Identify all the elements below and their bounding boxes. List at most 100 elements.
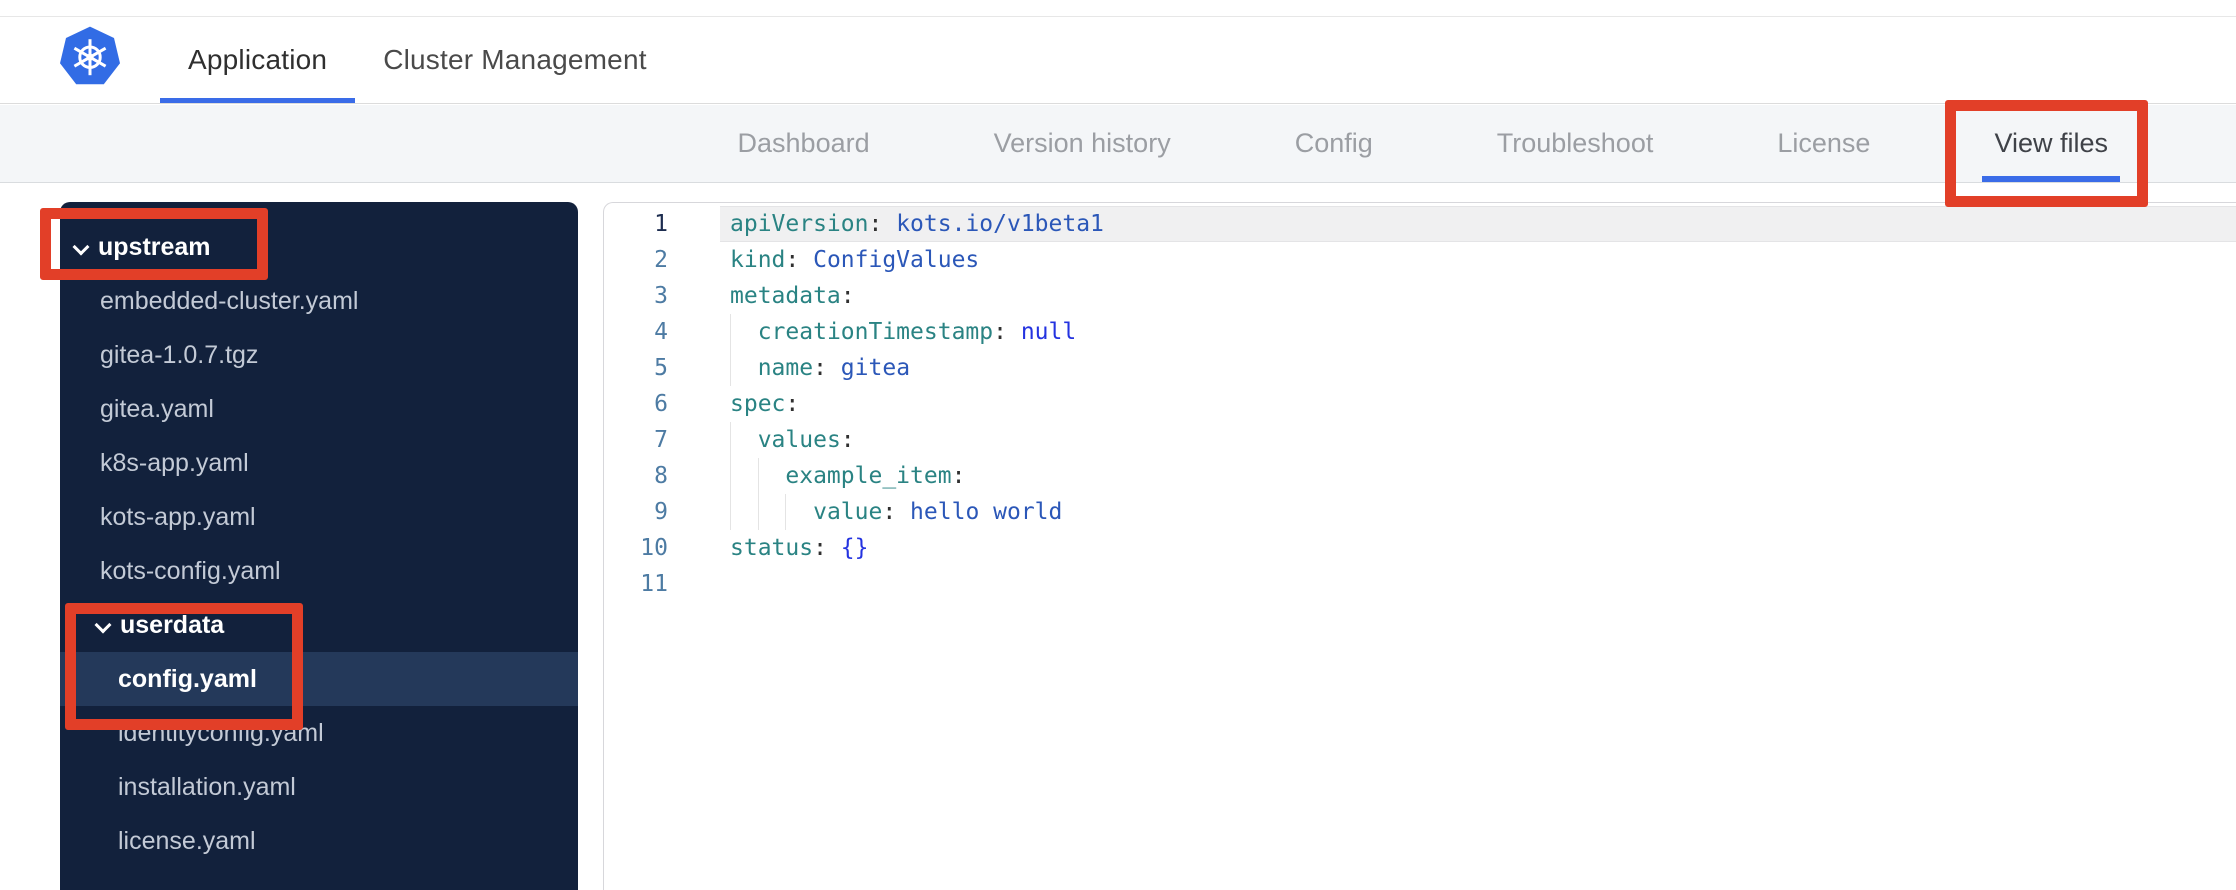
file-row-kots-config-yaml[interactable]: kots-config.yaml <box>60 544 578 598</box>
file-label: kots-app.yaml <box>100 502 256 531</box>
line-number: 9 <box>654 499 668 525</box>
file-row-kots-app-yaml[interactable]: kots-app.yaml <box>60 490 578 544</box>
nav-tab-label: License <box>1777 128 1871 158</box>
file-label: kots-config.yaml <box>100 556 281 585</box>
nav-tab-config[interactable]: Config <box>1295 105 1373 182</box>
line-number: 11 <box>640 571 668 597</box>
code-token: : <box>993 319 1007 345</box>
nav-tab-label: Config <box>1294 128 1373 158</box>
header-tab-cluster-management[interactable]: Cluster Management <box>355 17 675 103</box>
file-row-installation-yaml[interactable]: installation.yaml <box>60 760 578 814</box>
code-token: metadata <box>730 283 841 309</box>
file-row-k8s-app-yaml[interactable]: k8s-app.yaml <box>60 436 578 490</box>
indent-guide <box>730 314 731 350</box>
file-row-config-yaml[interactable]: config.yaml <box>60 652 578 706</box>
kubernetes-logo-icon <box>60 26 120 86</box>
code-token: spec <box>730 391 786 417</box>
file-label: config.yaml <box>118 664 257 693</box>
line-number: 7 <box>654 427 668 453</box>
line-number: 6 <box>654 391 668 417</box>
line-content: creationTimestamp: null <box>720 314 2236 350</box>
indent-guide <box>730 494 731 530</box>
header-tab-label: Application <box>188 44 328 75</box>
nav-tab-label: Version history <box>993 128 1171 158</box>
file-row-license-yaml[interactable]: license.yaml <box>60 814 578 868</box>
nav-tab-label: Troubleshoot <box>1496 128 1654 158</box>
nav-tab-license[interactable]: License <box>1777 105 1870 182</box>
code-line: 2 kind: ConfigValues <box>604 242 2236 278</box>
indent-guide <box>730 350 731 386</box>
code-token: : <box>868 211 883 237</box>
code-token: values <box>757 427 841 453</box>
code-line: 6 spec: <box>604 386 2236 422</box>
indent-guide <box>757 458 759 494</box>
code-token: status <box>730 535 814 561</box>
line-number: 5 <box>654 355 668 381</box>
indent-guide <box>785 494 787 530</box>
nav-tab-view-files[interactable]: View files <box>1982 105 2120 182</box>
file-row-embedded-cluster-yaml[interactable]: embedded-cluster.yaml <box>60 274 578 328</box>
code-token: {} <box>826 535 869 561</box>
code-token: kots.io/v1beta1 <box>882 211 1104 237</box>
line-content: metadata: <box>720 278 2236 314</box>
code-token: : <box>882 499 897 525</box>
code-line: 4 creationTimestamp: null <box>604 314 2236 350</box>
code-token: hello world <box>896 499 1063 525</box>
line-number: 2 <box>654 247 668 273</box>
code-token: name <box>757 355 814 381</box>
chevron-down-icon[interactable] <box>95 618 110 633</box>
code-token: gitea <box>826 355 911 381</box>
folder-row-upstream[interactable]: upstream <box>60 220 578 274</box>
active-tab-underline <box>160 98 356 103</box>
secondary-nav: Dashboard Version history Config Troublesho… <box>0 105 2236 183</box>
code-token: null <box>1006 319 1077 345</box>
file-row-identityconfig-yaml[interactable]: identityconfig.yaml <box>60 706 578 760</box>
header-tab-application[interactable]: Application <box>160 17 356 103</box>
code-token: apiVersion <box>730 211 869 237</box>
line-content: apiVersion: kots.io/v1beta1 <box>720 206 2236 242</box>
line-number: 8 <box>654 463 668 489</box>
line-content: spec: <box>720 386 2236 422</box>
line-number: 1 <box>654 211 668 237</box>
nav-tab-troubleshoot[interactable]: Troubleshoot <box>1497 105 1654 182</box>
file-tree-sidebar: upstream embedded-cluster.yaml gitea-1.0.7… <box>60 202 578 890</box>
indent-guide <box>757 494 759 530</box>
code-token: : <box>785 391 800 417</box>
nav-tab-version-history[interactable]: Version history <box>994 105 1171 182</box>
code-token: kind <box>730 247 786 273</box>
code-line: 5 name: gitea <box>604 350 2236 386</box>
file-label: embedded-cluster.yaml <box>100 286 359 315</box>
line-content: example_item: <box>720 458 2236 494</box>
folder-row-userdata[interactable]: userdata <box>60 598 578 652</box>
code-line: 11 <box>604 566 2236 602</box>
code-line: 10 status: {} <box>604 530 2236 566</box>
code-token: creationTimestamp <box>757 319 994 345</box>
line-number: 3 <box>654 283 668 309</box>
file-label: gitea-1.0.7.tgz <box>100 340 259 369</box>
nav-tab-dashboard[interactable]: Dashboard <box>738 105 870 182</box>
folder-label: upstream <box>98 232 211 261</box>
header-tab-label: Cluster Management <box>383 44 647 75</box>
header-tabs: Application Cluster Management <box>160 17 675 103</box>
line-number: 4 <box>654 319 668 345</box>
indent-guide <box>730 458 731 494</box>
line-content: kind: ConfigValues <box>720 242 2236 278</box>
code-token: example_item <box>785 463 952 489</box>
line-number: 10 <box>640 535 668 561</box>
nav-tab-underline <box>1982 176 2120 182</box>
code-token: : <box>840 427 855 453</box>
code-token: : <box>840 283 855 309</box>
chevron-down-icon[interactable] <box>73 240 88 255</box>
file-row-gitea-1-0-7-tgz[interactable]: gitea-1.0.7.tgz <box>60 328 578 382</box>
code-token: : <box>813 535 827 561</box>
code-line: 9 value: hello world <box>604 494 2236 530</box>
app-root: Application Cluster Management Dashboard V… <box>0 0 2236 890</box>
file-label: identityconfig.yaml <box>118 718 324 747</box>
line-content <box>720 566 2236 602</box>
code-line: 8 example_item: <box>604 458 2236 494</box>
code-line: 3 metadata: <box>604 278 2236 314</box>
code-token: : <box>813 355 827 381</box>
line-content: values: <box>720 422 2236 458</box>
code-viewer[interactable]: 1 apiVersion: kots.io/v1beta1 2 kind: Confi… <box>603 202 2236 890</box>
file-row-gitea-yaml[interactable]: gitea.yaml <box>60 382 578 436</box>
